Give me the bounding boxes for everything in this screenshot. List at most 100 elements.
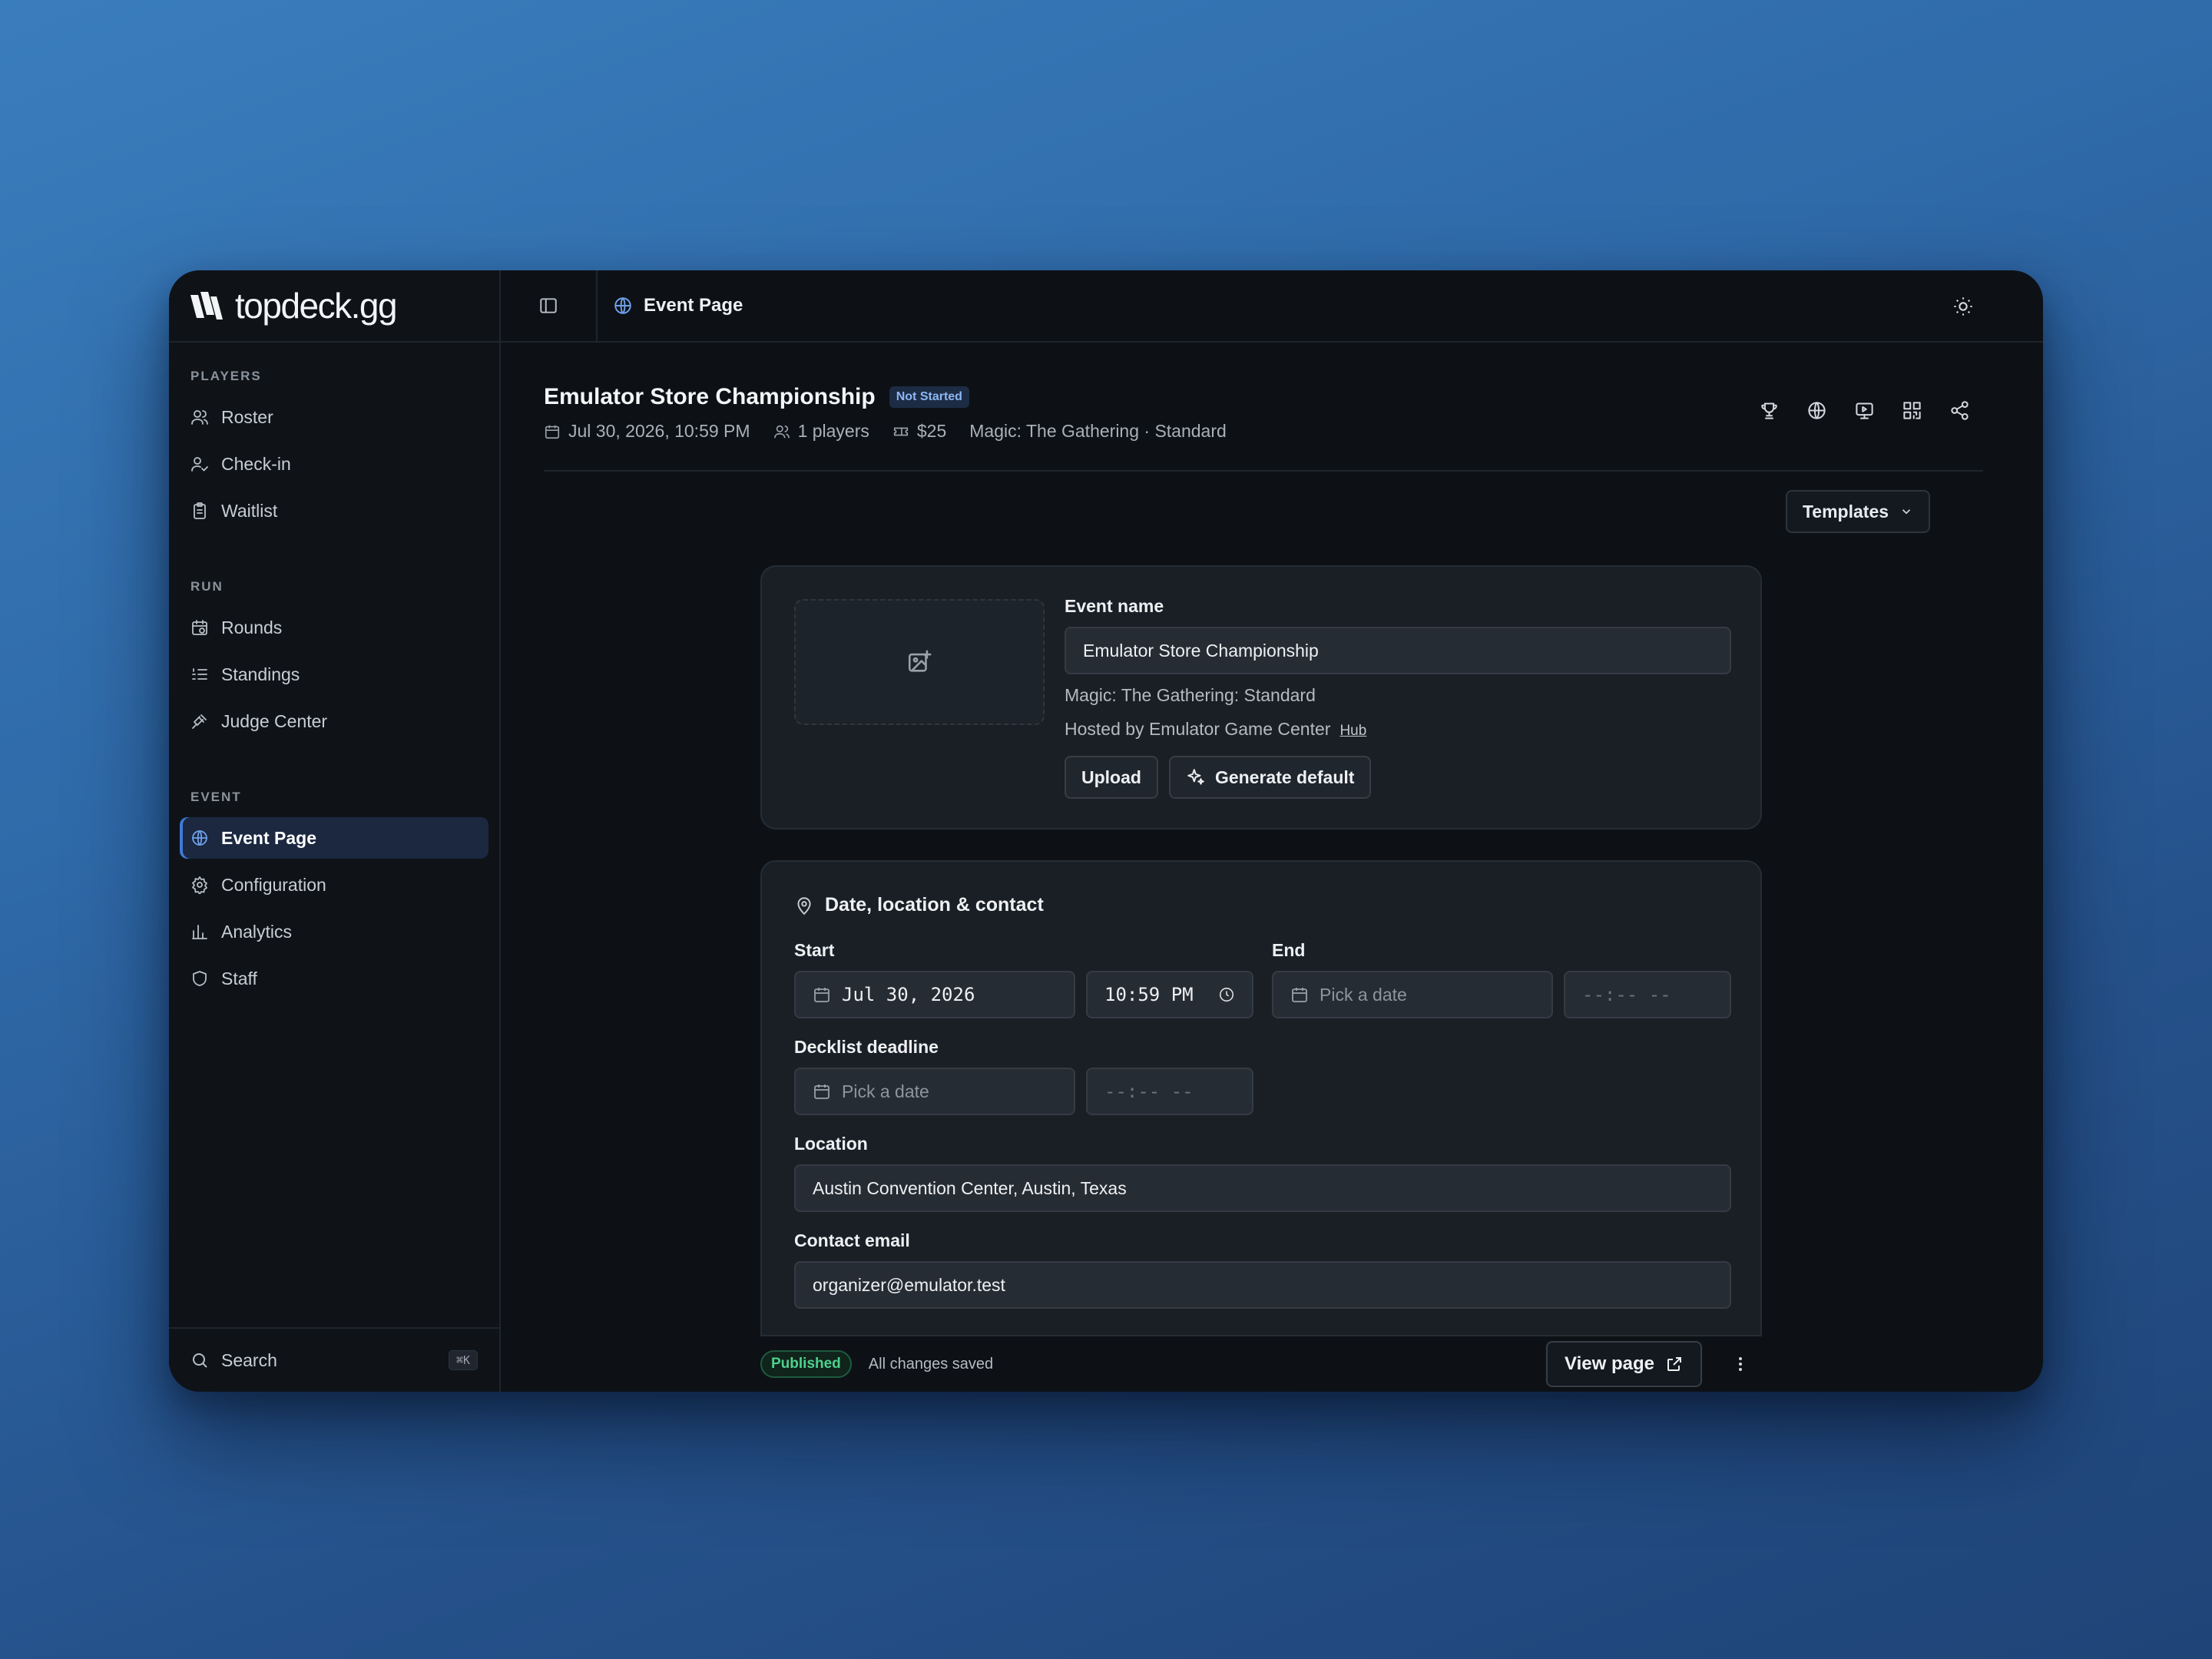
event-format-text: Magic: The Gathering · Standard bbox=[969, 421, 1227, 441]
game-format-text: Magic: The Gathering: Standard bbox=[1065, 685, 1316, 705]
brand-name: topdeck.gg bbox=[235, 286, 398, 326]
sidebar-item-staff[interactable]: Staff bbox=[180, 958, 488, 999]
share-icon bbox=[1950, 400, 1969, 420]
theme-toggle-button[interactable] bbox=[1952, 296, 1974, 321]
users-icon bbox=[773, 425, 790, 438]
templates-dropdown[interactable]: Templates bbox=[1786, 490, 1930, 533]
end-label: End bbox=[1272, 940, 1306, 960]
end-time-input[interactable]: --:-- -- bbox=[1564, 971, 1731, 1018]
event-header: Emulator Store Championship Not Started … bbox=[544, 384, 1983, 472]
date-location-card: Date, location & contact Start Jul 30, 2… bbox=[760, 860, 1762, 1336]
event-date: Jul 30, 2026, 10:59 PM bbox=[544, 421, 750, 442]
nav-heading-players: PLAYERS bbox=[190, 369, 262, 383]
trophy-icon bbox=[1760, 402, 1777, 419]
globe-icon bbox=[1807, 401, 1826, 419]
sidebar-item-label: Judge Center bbox=[221, 710, 328, 731]
event-name-label: Event name bbox=[1065, 596, 1164, 616]
event-image-dropzone[interactable] bbox=[794, 599, 1045, 725]
event-fee-text: $25 bbox=[916, 421, 947, 441]
qr-code-button[interactable] bbox=[1888, 395, 1936, 426]
sidebar-toggle-button[interactable] bbox=[501, 270, 598, 342]
topdeck-logo-icon bbox=[190, 292, 223, 320]
users-icon bbox=[191, 410, 208, 425]
breadcrumb: Event Page bbox=[598, 295, 743, 316]
shield-icon bbox=[193, 971, 207, 986]
event-details-card: Event name Emulator Store Championship M… bbox=[760, 565, 1762, 830]
globe-icon bbox=[614, 297, 631, 314]
list-ordered-icon bbox=[192, 668, 207, 680]
nav-section-run: RUN Rounds Standings Judge Center bbox=[169, 579, 499, 742]
save-bar: Published All changes saved View page bbox=[760, 1336, 1762, 1392]
section-title-text: Date, location & contact bbox=[825, 894, 1044, 916]
contact-email-input[interactable]: organizer@emulator.test bbox=[794, 1261, 1731, 1309]
generate-default-label: Generate default bbox=[1214, 767, 1355, 787]
breadcrumb-label: Event Page bbox=[644, 295, 743, 316]
gear-icon bbox=[192, 876, 207, 894]
display-button[interactable] bbox=[1840, 395, 1888, 426]
deadline-time-placeholder: --:-- -- bbox=[1104, 1081, 1194, 1102]
clipboard-icon bbox=[194, 502, 206, 519]
chevron-down-icon bbox=[1902, 509, 1911, 515]
deadline-time-input[interactable]: --:-- -- bbox=[1086, 1068, 1253, 1115]
more-vertical-icon bbox=[1739, 1357, 1742, 1371]
start-time-value: 10:59 PM bbox=[1104, 984, 1194, 1005]
location-label: Location bbox=[794, 1134, 868, 1154]
nav-heading-run: RUN bbox=[190, 579, 224, 594]
deadline-date-picker[interactable]: Pick a date bbox=[794, 1068, 1075, 1115]
end-time-placeholder: --:-- -- bbox=[1582, 984, 1671, 1005]
gavel-icon bbox=[192, 714, 207, 729]
calendar-icon bbox=[545, 425, 560, 439]
event-players: 1 players bbox=[773, 421, 869, 442]
public-page-button[interactable] bbox=[1793, 395, 1840, 426]
status-badge: Not Started bbox=[889, 386, 969, 408]
event-name-input[interactable]: Emulator Store Championship bbox=[1065, 627, 1731, 674]
nav-heading-event: EVENT bbox=[190, 790, 242, 804]
sidebar-item-waitlist[interactable]: Waitlist bbox=[180, 490, 488, 531]
save-status: All changes saved bbox=[868, 1355, 994, 1373]
published-badge: Published bbox=[760, 1350, 852, 1378]
location-input[interactable]: Austin Convention Center, Austin, Texas bbox=[794, 1164, 1731, 1212]
sidebar-item-roster[interactable]: Roster bbox=[180, 396, 488, 438]
event-fee: $25 bbox=[892, 421, 946, 442]
start-date-value: Jul 30, 2026 bbox=[842, 984, 975, 1005]
sidebar-item-check-in[interactable]: Check-in bbox=[180, 443, 488, 485]
generate-default-button[interactable]: Generate default bbox=[1168, 756, 1372, 799]
hosted-by-text: Hosted by Emulator Game Center bbox=[1065, 719, 1331, 739]
clock-icon bbox=[1219, 987, 1234, 1002]
sidebar-item-label: Rounds bbox=[221, 617, 283, 637]
brand[interactable]: topdeck.gg bbox=[169, 270, 499, 343]
sidebar: topdeck.gg PLAYERS Roster Check-in Waitl… bbox=[169, 270, 501, 1392]
event-name-value: Emulator Store Championship bbox=[1083, 640, 1319, 661]
search-label: Search bbox=[221, 1349, 277, 1370]
start-date-picker[interactable]: Jul 30, 2026 bbox=[794, 971, 1075, 1018]
hub-link[interactable]: Hub bbox=[1339, 723, 1366, 740]
sidebar-item-label: Waitlist bbox=[221, 500, 278, 521]
trophy-button[interactable] bbox=[1745, 395, 1793, 426]
search-shortcut: ⌘K bbox=[448, 1350, 478, 1370]
share-button[interactable] bbox=[1936, 395, 1983, 426]
start-time-input[interactable]: 10:59 PM bbox=[1086, 971, 1253, 1018]
end-date-placeholder: Pick a date bbox=[1320, 984, 1407, 1005]
sidebar-item-configuration[interactable]: Configuration bbox=[180, 864, 488, 906]
qr-code-icon bbox=[1902, 401, 1921, 419]
templates-label: Templates bbox=[1802, 501, 1889, 522]
calendar-clock-icon bbox=[192, 620, 207, 635]
sidebar-item-rounds[interactable]: Rounds bbox=[180, 607, 488, 648]
sidebar-item-event-page[interactable]: Event Page bbox=[180, 817, 488, 859]
search-button[interactable]: Search ⌘K bbox=[169, 1327, 499, 1392]
sidebar-item-standings[interactable]: Standings bbox=[180, 654, 488, 695]
sidebar-item-analytics[interactable]: Analytics bbox=[180, 911, 488, 952]
sidebar-item-label: Roster bbox=[221, 406, 273, 427]
upload-button[interactable]: Upload bbox=[1065, 756, 1158, 799]
sidebar-item-judge-center[interactable]: Judge Center bbox=[180, 700, 488, 742]
view-page-button[interactable]: View page bbox=[1546, 1341, 1702, 1387]
panel-left-icon bbox=[540, 298, 557, 313]
ticket-icon bbox=[893, 427, 908, 435]
nav-section-event: EVENT Event Page Configuration Analytics… bbox=[169, 790, 499, 999]
more-options-button[interactable] bbox=[1719, 1341, 1762, 1387]
upload-button-label: Upload bbox=[1081, 767, 1141, 787]
sun-icon bbox=[1954, 297, 1972, 316]
end-date-picker[interactable]: Pick a date bbox=[1272, 971, 1553, 1018]
event-players-text: 1 players bbox=[797, 421, 869, 441]
nav-section-players: PLAYERS Roster Check-in Waitlist bbox=[169, 369, 499, 531]
